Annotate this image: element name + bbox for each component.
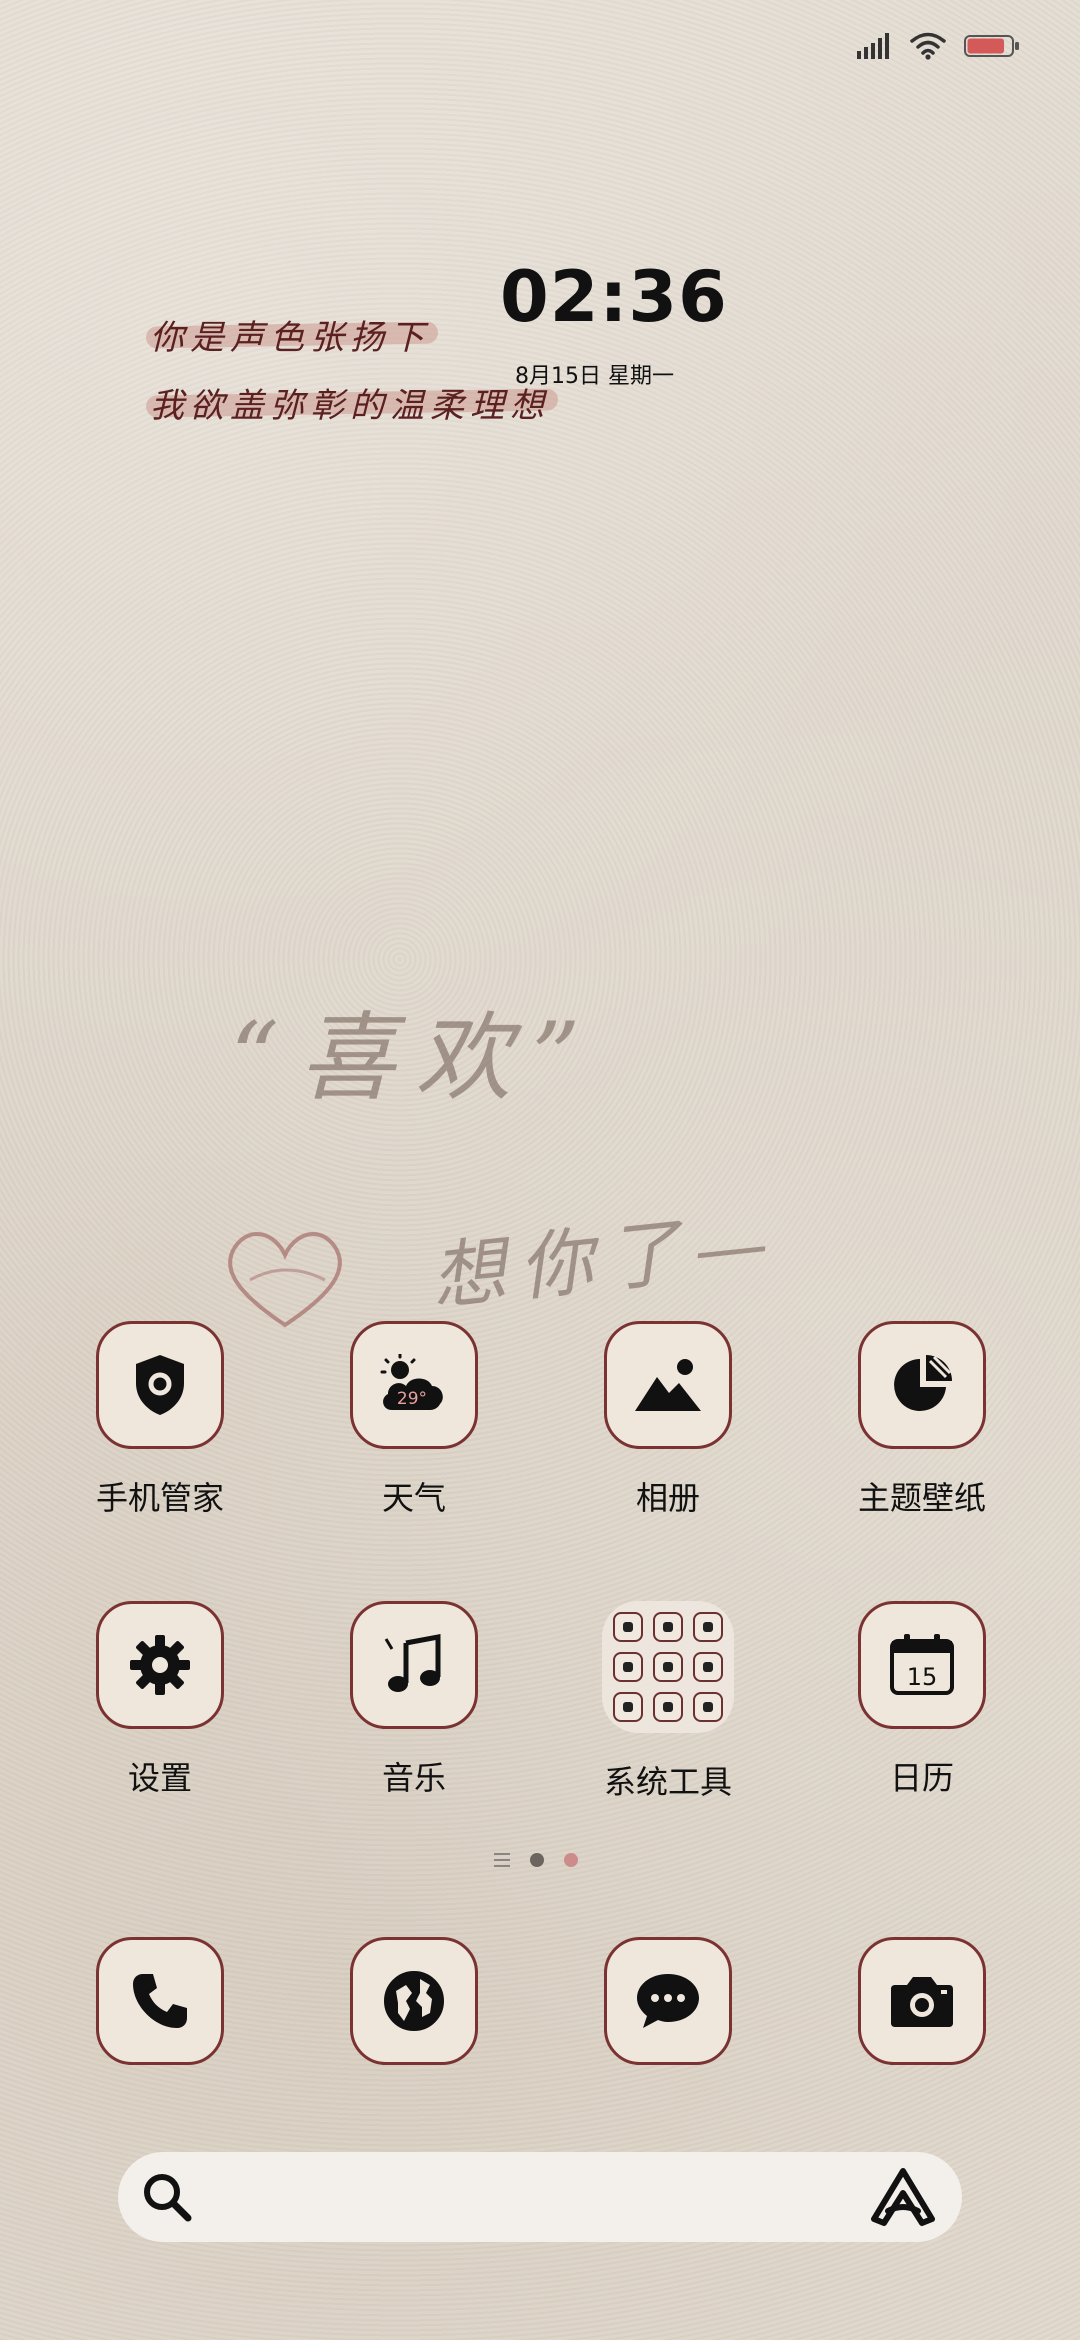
calendar-icon: 15 xyxy=(890,1634,954,1695)
wallpaper-line-2: 我欲盖弥彰的温柔理想 xyxy=(145,378,559,427)
app-folder-system-tools[interactable]: 系统工具 xyxy=(553,1601,783,1803)
wifi-icon xyxy=(910,32,946,60)
gear-icon xyxy=(130,1635,190,1695)
app-tile[interactable] xyxy=(604,1937,732,2065)
folder-mini-app xyxy=(613,1692,643,1722)
clock-widget[interactable]: 02:36 xyxy=(500,256,728,338)
page-indicator[interactable] xyxy=(494,1853,578,1867)
app-label: 系统工具 xyxy=(603,1763,732,1801)
shield-icon xyxy=(136,1355,184,1415)
search-bar[interactable] xyxy=(118,2152,962,2242)
dock-messages[interactable] xyxy=(553,1937,783,2065)
wallpaper-text-like: “喜欢” xyxy=(230,1002,601,1114)
app-label: 主题壁纸 xyxy=(857,1479,986,1517)
folder-mini-app xyxy=(653,1612,683,1642)
app-gallery[interactable]: 相册 xyxy=(553,1321,783,1519)
folder-icon[interactable] xyxy=(602,1601,734,1733)
folder-mini-app xyxy=(693,1692,723,1722)
search-input[interactable] xyxy=(210,2178,854,2216)
status-bar xyxy=(856,26,1020,66)
app-weather[interactable]: 29° 天气 xyxy=(299,1321,529,1519)
phone-icon xyxy=(133,1974,187,2028)
app-tile[interactable] xyxy=(96,1937,224,2065)
folder-mini-app xyxy=(613,1652,643,1682)
app-tile[interactable]: 29° xyxy=(350,1321,478,1449)
app-tile[interactable] xyxy=(350,1601,478,1729)
app-tile[interactable] xyxy=(858,1321,986,1449)
folder-mini-app xyxy=(613,1612,643,1642)
app-tile[interactable] xyxy=(350,1937,478,2065)
app-calendar[interactable]: 15 日历 xyxy=(807,1601,1037,1799)
app-themes[interactable]: 主题壁纸 xyxy=(807,1321,1037,1519)
folder-mini-app xyxy=(693,1652,723,1682)
folder-mini-app xyxy=(693,1612,723,1642)
assistant-icon[interactable] xyxy=(870,2167,936,2227)
app-label: 音乐 xyxy=(381,1759,446,1797)
battery-icon xyxy=(964,35,1019,57)
search-icon[interactable] xyxy=(140,2170,194,2224)
music-icon xyxy=(384,1633,441,1692)
app-label: 设置 xyxy=(127,1759,192,1797)
dock-browser[interactable] xyxy=(299,1937,529,2065)
page-dot[interactable] xyxy=(530,1853,544,1867)
folder-mini-app xyxy=(653,1692,683,1722)
page-dot-active[interactable] xyxy=(564,1853,578,1867)
app-label: 日历 xyxy=(889,1759,954,1797)
app-label: 相册 xyxy=(635,1479,700,1517)
app-music[interactable]: 音乐 xyxy=(299,1601,529,1799)
signal-bars-icon xyxy=(857,33,889,59)
theme-icon xyxy=(894,1355,952,1411)
app-label: 天气 xyxy=(381,1479,446,1517)
app-label: 手机管家 xyxy=(95,1479,224,1517)
app-tile[interactable] xyxy=(96,1601,224,1729)
heart-doodle-icon xyxy=(228,1232,342,1328)
folder-mini-app xyxy=(653,1652,683,1682)
messages-icon xyxy=(637,1974,699,2028)
app-phone-manager[interactable]: 手机管家 xyxy=(45,1321,275,1519)
clock-date: 8月15日 星期一 xyxy=(515,364,674,389)
app-tile[interactable]: 15 xyxy=(858,1601,986,1729)
calendar-day: 15 xyxy=(907,1663,938,1691)
dock-camera[interactable] xyxy=(807,1937,1037,2065)
app-tile[interactable] xyxy=(96,1321,224,1449)
wallpaper-line-1: 你是声色张扬下 xyxy=(145,310,439,359)
weather-temp: 29° xyxy=(397,1389,427,1409)
camera-icon xyxy=(891,1977,953,2027)
app-tile[interactable] xyxy=(604,1321,732,1449)
app-tile[interactable] xyxy=(858,1937,986,2065)
dock-phone[interactable] xyxy=(45,1937,275,2065)
page-indicator-menu-icon[interactable] xyxy=(494,1853,510,1867)
gallery-icon xyxy=(635,1359,701,1411)
app-settings[interactable]: 设置 xyxy=(45,1601,275,1799)
weather-icon: 29° xyxy=(380,1354,443,1410)
browser-icon xyxy=(384,1971,444,2031)
clock-time: 02:36 xyxy=(500,256,728,338)
